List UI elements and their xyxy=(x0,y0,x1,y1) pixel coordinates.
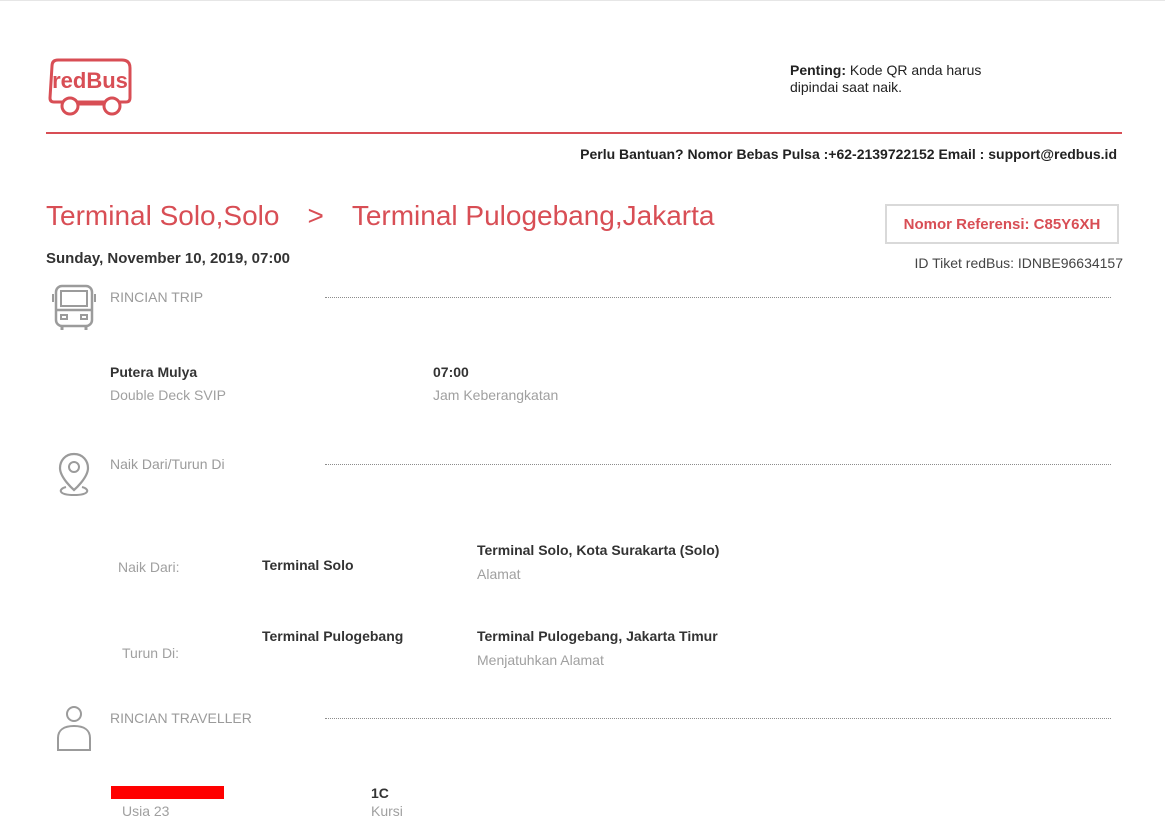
route-destination: Terminal Pulogebang,Jakarta xyxy=(351,200,715,231)
boarding-address: Terminal Solo, Kota Surakarta (Solo) xyxy=(477,542,720,558)
trip-section-divider xyxy=(325,297,1111,298)
header-divider xyxy=(46,132,1122,134)
boarding-section-title: Naik Dari/Turun Di xyxy=(110,456,225,472)
bus-icon xyxy=(52,282,96,332)
top-border xyxy=(0,0,1165,1)
seat-number: 1C xyxy=(371,785,389,801)
operator-name: Putera Mulya xyxy=(110,364,198,380)
dropping-point: Terminal Pulogebang xyxy=(262,628,404,644)
bus-type: Double Deck SVIP xyxy=(110,387,226,403)
boarding-label: Naik Dari: xyxy=(118,559,180,575)
svg-text:redBus: redBus xyxy=(52,68,128,93)
departure-time-label: Jam Keberangkatan xyxy=(433,387,559,403)
dropping-address: Terminal Pulogebang, Jakarta Timur xyxy=(477,628,718,644)
traveller-section-divider xyxy=(325,718,1111,719)
route-title: Terminal Solo,Solo > Terminal Pulogebang,J… xyxy=(46,200,714,232)
reference-number-box: Nomor Referensi: C85Y6XH xyxy=(885,204,1119,244)
qr-notice: Penting: Kode QR anda harus dipindai saa… xyxy=(790,62,1020,96)
trip-section-title: RINCIAN TRIP xyxy=(110,289,204,305)
route-separator: > xyxy=(307,200,324,231)
boarding-section-divider xyxy=(325,464,1111,465)
help-contact-line: Perlu Bantuan? Nomor Bebas Pulsa :+62-21… xyxy=(580,146,1117,162)
notice-label: Penting: xyxy=(790,62,846,78)
traveller-section-title: RINCIAN TRAVELLER xyxy=(110,710,252,726)
redacted-traveller-name xyxy=(111,786,224,799)
boarding-point: Terminal Solo xyxy=(262,557,354,573)
dropping-address-label: Menjatuhkan Alamat xyxy=(477,652,604,668)
person-icon xyxy=(52,704,96,754)
route-origin: Terminal Solo,Solo xyxy=(46,200,280,231)
reference-number: Nomor Referensi: C85Y6XH xyxy=(903,215,1101,233)
seat-label: Kursi xyxy=(371,803,403,819)
departure-datetime: Sunday, November 10, 2019, 07:00 xyxy=(46,250,291,267)
redbus-logo: redBus xyxy=(46,58,134,118)
location-pin-icon xyxy=(52,450,96,500)
dropping-label: Turun Di: xyxy=(122,645,180,661)
traveller-age: Usia 23 xyxy=(122,803,170,819)
boarding-address-label: Alamat xyxy=(477,566,521,582)
ticket-id: ID Tiket redBus: IDNBE96634157 xyxy=(914,255,1123,271)
departure-time: 07:00 xyxy=(433,364,469,380)
